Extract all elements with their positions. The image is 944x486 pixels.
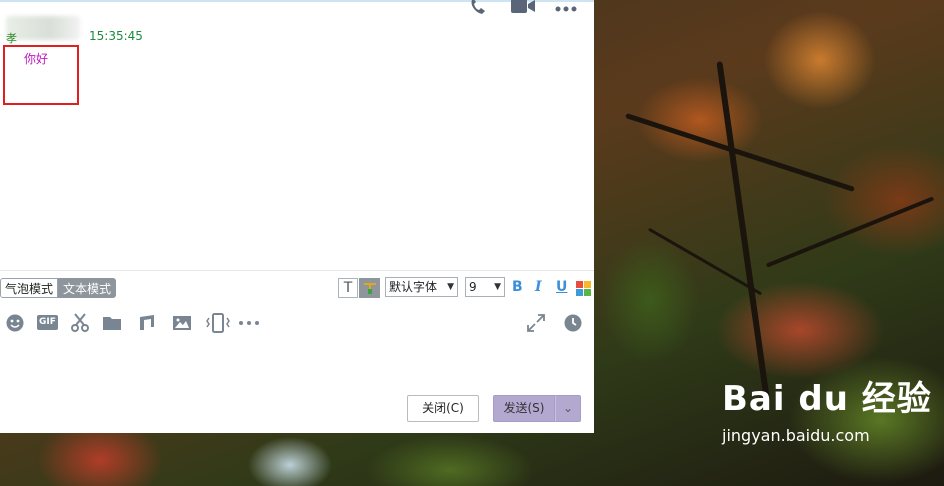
italic-button[interactable]: I	[535, 279, 542, 295]
text-format-toggle[interactable]: T	[338, 278, 358, 298]
font-family-select[interactable]: 默认字体 ▼	[385, 277, 458, 297]
input-divider	[0, 270, 594, 271]
font-size-value: 9	[469, 280, 477, 294]
wallpaper-branch	[765, 196, 935, 268]
chat-window: 孝 15:35:45 你好 气泡模式 文本模式 T 默认字体 ▼ 9 ▼ B I…	[0, 0, 594, 433]
wallpaper-trunk	[716, 61, 770, 399]
wallpaper-branch	[625, 113, 855, 192]
expand-icon[interactable]	[526, 313, 546, 333]
chevron-down-icon: ⌄	[562, 401, 574, 415]
bubble-mode-button[interactable]: 气泡模式	[0, 278, 59, 298]
more-options-icon[interactable]	[554, 0, 578, 20]
history-clock-icon[interactable]	[563, 313, 583, 333]
text-mode-button[interactable]: 文本模式	[58, 278, 117, 298]
emoji-icon[interactable]	[5, 313, 25, 333]
underline-button[interactable]: U	[556, 279, 567, 295]
folder-icon[interactable]	[102, 313, 122, 333]
watermark-url: jingyan.baidu.com	[722, 426, 870, 445]
shake-icon[interactable]	[205, 313, 231, 333]
music-icon[interactable]	[137, 313, 157, 333]
color-palette-icon[interactable]	[576, 281, 591, 296]
sender-name-blurred	[6, 16, 80, 40]
sender-initial: 孝	[6, 32, 17, 45]
font-size-select[interactable]: 9 ▼	[465, 277, 505, 297]
bold-button[interactable]: B	[512, 279, 523, 295]
baidu-jingyan-watermark: Bai du 经验 jingyan.baidu.com	[722, 380, 932, 445]
highlight-box	[3, 45, 79, 105]
message-timestamp: 15:35:45	[89, 29, 143, 43]
display-mode-switch: 气泡模式 文本模式	[0, 278, 117, 298]
send-button[interactable]: 发送(S)	[493, 395, 555, 422]
color-text-toggle[interactable]	[359, 278, 380, 298]
image-icon[interactable]	[172, 313, 192, 333]
close-button[interactable]: 关闭(C)	[407, 395, 479, 422]
scissors-icon[interactable]	[70, 313, 90, 333]
gif-icon[interactable]: GIF	[37, 315, 58, 330]
send-options-button[interactable]: ⌄	[555, 395, 581, 422]
text-format-letter: T	[343, 280, 353, 296]
phone-call-icon[interactable]	[468, 0, 490, 21]
font-family-value: 默认字体	[389, 280, 438, 294]
watermark-brand: Bai du 经验	[722, 379, 932, 419]
chevron-down-icon: ▼	[447, 282, 454, 292]
video-call-icon[interactable]	[510, 0, 536, 20]
chevron-down-icon: ▼	[494, 282, 501, 292]
more-icon[interactable]	[237, 313, 261, 333]
